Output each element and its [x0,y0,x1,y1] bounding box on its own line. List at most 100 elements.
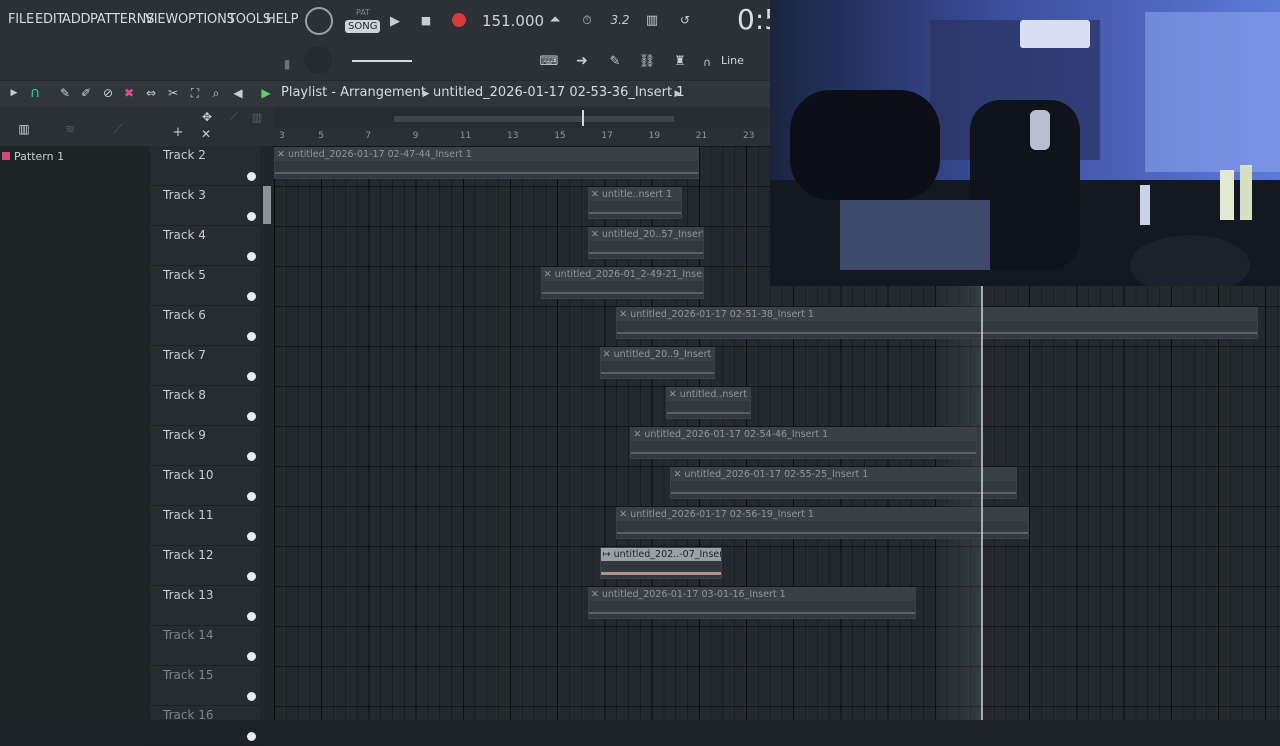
track-header[interactable]: Track 13 [150,586,260,626]
paint-tool-icon[interactable]: ✐ [78,85,94,101]
audio-clip[interactable]: ✕ untitled_2026-01-17 02-51-38_Insert 1 [616,307,1258,339]
audio-clip[interactable]: ✕ untitled_2026-01-17 03-01-16_Insert 1 [587,587,916,619]
typing-keyboard-icon[interactable]: ⌨ [537,52,561,70]
master-volume-slider[interactable] [352,60,412,62]
expand-icon[interactable]: ✥ [198,110,216,124]
pattern-item[interactable]: Pattern 1 [2,149,64,163]
track-enable-dot[interactable] [247,412,256,421]
selected-clip-name[interactable]: untitled_2026-01-17 02-53-36_Insert 1 [433,85,685,100]
track-header[interactable]: Track 11 [150,506,260,546]
track-enable-dot[interactable] [247,292,256,301]
audio-clip[interactable]: ✕ untitled_2026-01_2-49-21_Insert 1 [540,267,704,299]
remove-track-icon[interactable]: ✕ [200,127,212,141]
tempo-display[interactable]: 151.000 [482,12,544,30]
record-button[interactable] [452,13,466,27]
track-header[interactable]: Track 15 [150,666,260,706]
menu-tools[interactable]: TOOLS [228,12,271,27]
track-enable-dot[interactable] [247,252,256,261]
audio-clip[interactable]: ✕ untitled_20..57_Insert 1 [587,227,704,259]
track-enable-dot[interactable] [247,492,256,501]
track-header[interactable]: Track 16 [150,706,260,746]
track-scrollbar[interactable] [260,146,274,720]
step-edit-icon[interactable]: ▥ [641,11,663,29]
automation-clip-icon[interactable]: ⟋ [108,122,128,136]
audio-clip[interactable]: ✕ untitled_2026-01-17 02-55-25_Insert 1 [670,467,1018,499]
magnet-icon[interactable]: ∩ [699,54,715,70]
track-enable-dot[interactable] [247,732,256,741]
track-enable-dot[interactable] [247,372,256,381]
mute-tool-icon[interactable]: ✖ [121,85,137,101]
menu-view[interactable]: VIEW [145,12,178,27]
playlist-menu-arrow-icon[interactable]: ▶ [8,86,20,100]
audio-clip-icon[interactable]: ≋ [60,122,80,136]
wait-for-input-icon[interactable]: ⏱ [576,11,598,29]
track-enable-dot[interactable] [247,332,256,341]
clip-menu-icon[interactable]: ✕ [591,229,602,240]
clip-menu-icon[interactable]: ✕ [619,509,630,520]
add-track-icon[interactable]: + [172,125,184,140]
track-header[interactable]: Track 4 [150,226,260,266]
master-pitch-knob[interactable] [304,46,332,74]
audio-clip[interactable]: ✕ untitled..nsert 1 [665,387,751,419]
zoom-tool-icon[interactable]: ⌕ [208,85,224,101]
delete-tool-icon[interactable]: ⊘ [100,85,116,101]
clip-menu-icon[interactable]: ↦ [603,549,614,560]
menu-options[interactable]: OPTIONS [178,12,235,27]
menu-edit[interactable]: EDIT [35,12,64,27]
timeline-ruler[interactable]: 3 5 7 9 11 13 15 17 19 21 23 [274,128,770,146]
track-header[interactable]: Track 3 [150,186,260,226]
piano-icon[interactable]: ▥ [15,122,33,136]
track-header[interactable]: Track 7 [150,346,260,386]
clip-menu-icon[interactable]: ✕ [673,469,684,480]
grid-icon[interactable]: ▥ [250,110,264,124]
track-enable-dot[interactable] [247,652,256,661]
link-icon[interactable]: ⛓ [637,52,657,70]
playlist-play-icon[interactable]: ▶ [259,85,273,101]
track-enable-dot[interactable] [247,532,256,541]
loop-record-icon[interactable]: ↺ [673,11,697,29]
slip-tool-icon[interactable]: ⇔ [143,85,159,101]
play-pause-button[interactable]: ▶ [386,12,404,30]
snap-mode-label[interactable]: Line [721,54,744,67]
slice-tool-icon[interactable]: ✂ [165,85,181,101]
playlist-overview[interactable] [274,108,770,128]
track-header[interactable]: Track 2 [150,146,260,186]
track-header[interactable]: Track 10 [150,466,260,506]
stamp-icon[interactable]: ♜ [669,50,691,72]
track-enable-dot[interactable] [247,572,256,581]
track-header[interactable]: Track 12 [150,546,260,586]
track-enable-dot[interactable] [247,692,256,701]
track-header[interactable]: Track 6 [150,306,260,346]
track-header[interactable]: Track 5 [150,266,260,306]
track-header[interactable]: Track 14 [150,626,260,666]
menu-help[interactable]: HELP [266,12,298,27]
trash-icon[interactable]: ▮ [280,56,294,72]
clip-menu-icon[interactable]: ✕ [544,269,555,280]
audio-clip[interactable]: ↦ untitled_202..-07_Insert 1 [599,547,723,579]
brush-icon[interactable]: ✎ [605,52,625,70]
metronome-icon[interactable]: ⏶ [545,11,565,29]
track-enable-dot[interactable] [247,172,256,181]
magnet-snap-icon[interactable]: ∩ [27,84,43,102]
track-enable-dot[interactable] [247,612,256,621]
clip-menu-icon[interactable]: ✕ [619,309,630,320]
track-header[interactable]: Track 8 [150,386,260,426]
main-volume-knob[interactable] [305,7,333,35]
menu-add[interactable]: ADD [62,12,91,27]
song-mode-button[interactable]: SONG [345,20,381,33]
pencil-tool-icon[interactable]: ✎ [57,85,73,101]
track-enable-dot[interactable] [247,212,256,221]
stop-button[interactable]: ■ [418,12,434,28]
audio-clip[interactable]: ✕ untitle..nsert 1 [587,187,683,219]
arrow-right-icon[interactable]: ➜ [572,52,592,70]
menu-file[interactable]: FILE [8,12,34,27]
track-header[interactable]: Track 9 [150,426,260,466]
clip-menu-arrow-icon[interactable]: ▶ [673,87,683,101]
clip-menu-icon[interactable]: ✕ [277,149,288,160]
audio-clip[interactable]: ✕ untitled_2026-01-17 02-56-19_Insert 1 [616,507,1030,539]
track-enable-dot[interactable] [247,452,256,461]
clip-menu-icon[interactable]: ✕ [669,389,680,400]
pat-label[interactable]: PAT [356,8,370,17]
clip-menu-icon[interactable]: ✕ [633,429,644,440]
audio-clip[interactable]: ✕ untitled_2026-01-17 02-54-46_Insert 1 [630,427,978,459]
